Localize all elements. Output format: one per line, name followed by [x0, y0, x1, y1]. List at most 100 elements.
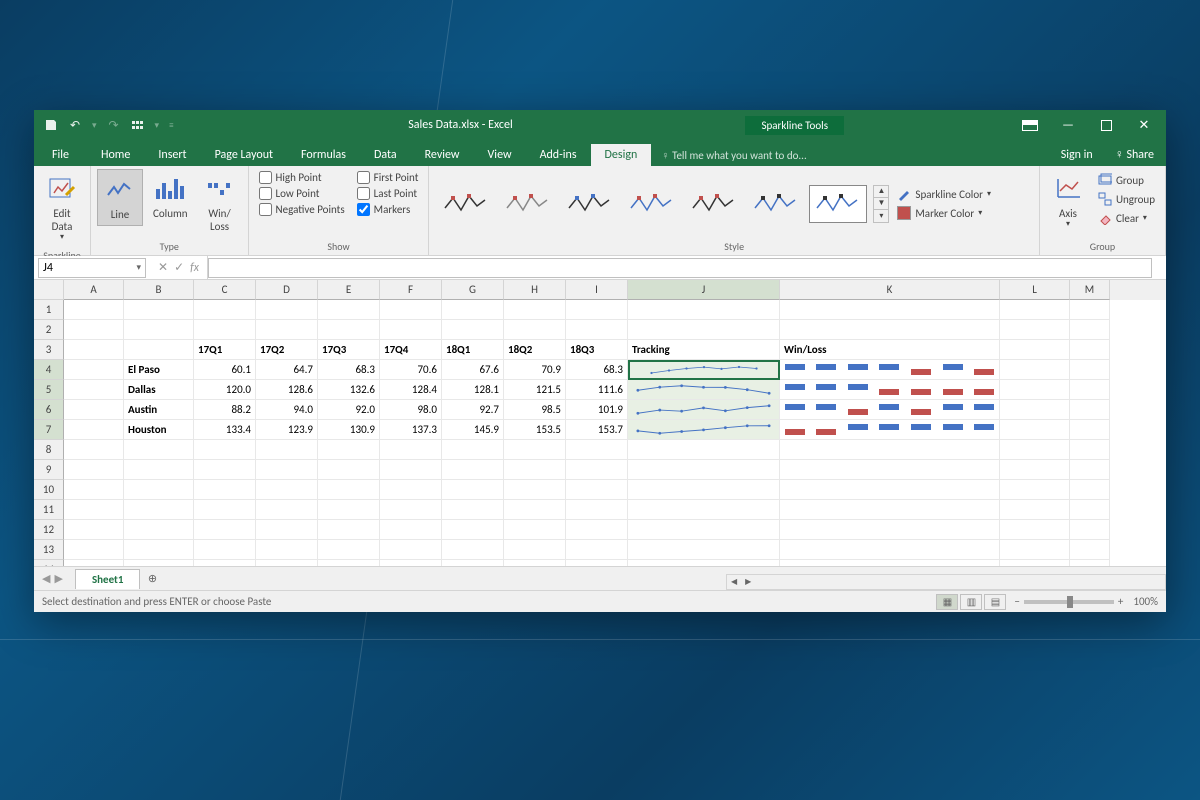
cell-L7[interactable] — [1000, 420, 1070, 440]
row-header-4[interactable]: 4 — [34, 360, 64, 380]
tab-file[interactable]: File — [34, 144, 87, 166]
cell-H7[interactable]: 153.5 — [504, 420, 566, 440]
touch-mode-icon[interactable] — [129, 116, 147, 134]
cell-K3[interactable]: Win/Loss — [780, 340, 1000, 360]
cell-D7[interactable]: 123.9 — [256, 420, 318, 440]
cell-J5[interactable] — [628, 380, 780, 400]
cell-L13[interactable] — [1000, 540, 1070, 560]
cell-H8[interactable] — [504, 440, 566, 460]
cell-K9[interactable] — [780, 460, 1000, 480]
col-header-F[interactable]: F — [380, 280, 442, 300]
cell-B8[interactable] — [124, 440, 194, 460]
cell-E3[interactable]: 17Q3 — [318, 340, 380, 360]
horizontal-scrollbar[interactable] — [726, 574, 1166, 590]
cell-K12[interactable] — [780, 520, 1000, 540]
cell-M5[interactable] — [1070, 380, 1110, 400]
minimize-button[interactable]: — — [1050, 111, 1086, 139]
cell-C5[interactable]: 120.0 — [194, 380, 256, 400]
tab-design[interactable]: Design — [591, 144, 652, 166]
markers-checkbox[interactable]: Markers — [357, 203, 419, 216]
cell-M9[interactable] — [1070, 460, 1110, 480]
cell-J12[interactable] — [628, 520, 780, 540]
cell-M13[interactable] — [1070, 540, 1110, 560]
cell-F9[interactable] — [380, 460, 442, 480]
cell-D6[interactable]: 94.0 — [256, 400, 318, 420]
col-header-A[interactable]: A — [64, 280, 124, 300]
cell-H1[interactable] — [504, 300, 566, 320]
cell-G13[interactable] — [442, 540, 504, 560]
cell-G5[interactable]: 128.1 — [442, 380, 504, 400]
ungroup-button[interactable]: Ungroup — [1094, 190, 1159, 208]
cell-H12[interactable] — [504, 520, 566, 540]
cell-I9[interactable] — [566, 460, 628, 480]
cell-C8[interactable] — [194, 440, 256, 460]
share-button[interactable]: Share — [1103, 143, 1166, 166]
style-option-3[interactable] — [623, 185, 681, 223]
cell-G11[interactable] — [442, 500, 504, 520]
save-icon[interactable] — [42, 116, 60, 134]
cell-F3[interactable]: 17Q4 — [380, 340, 442, 360]
cell-I4[interactable]: 68.3 — [566, 360, 628, 380]
sheet-nav-next-icon[interactable]: ▶ — [54, 572, 62, 585]
cell-I7[interactable]: 153.7 — [566, 420, 628, 440]
col-header-J[interactable]: J — [628, 280, 780, 300]
cell-I3[interactable]: 18Q3 — [566, 340, 628, 360]
cell-H3[interactable]: 18Q2 — [504, 340, 566, 360]
cell-D3[interactable]: 17Q2 — [256, 340, 318, 360]
cell-D9[interactable] — [256, 460, 318, 480]
row-header-5[interactable]: 5 — [34, 380, 64, 400]
name-box[interactable]: J4 — [38, 258, 146, 278]
cell-C7[interactable]: 133.4 — [194, 420, 256, 440]
cell-J3[interactable]: Tracking — [628, 340, 780, 360]
cell-L11[interactable] — [1000, 500, 1070, 520]
close-button[interactable]: ✕ — [1126, 111, 1162, 139]
cell-J11[interactable] — [628, 500, 780, 520]
col-header-I[interactable]: I — [566, 280, 628, 300]
cell-K6[interactable] — [780, 400, 1000, 420]
cell-A10[interactable] — [64, 480, 124, 500]
row-header-7[interactable]: 7 — [34, 420, 64, 440]
cell-A6[interactable] — [64, 400, 124, 420]
cell-E12[interactable] — [318, 520, 380, 540]
cell-G7[interactable]: 145.9 — [442, 420, 504, 440]
cell-L3[interactable] — [1000, 340, 1070, 360]
sparkline-color-button[interactable]: Sparkline Color ▾ — [893, 185, 995, 203]
cell-H6[interactable]: 98.5 — [504, 400, 566, 420]
style-option-0[interactable] — [437, 185, 495, 223]
cell-A1[interactable] — [64, 300, 124, 320]
type-line-button[interactable]: Line — [97, 169, 143, 226]
cell-F6[interactable]: 98.0 — [380, 400, 442, 420]
cell-H9[interactable] — [504, 460, 566, 480]
tab-data[interactable]: Data — [360, 144, 411, 166]
cell-A13[interactable] — [64, 540, 124, 560]
cell-G6[interactable]: 92.7 — [442, 400, 504, 420]
cell-I6[interactable]: 101.9 — [566, 400, 628, 420]
col-header-M[interactable]: M — [1070, 280, 1110, 300]
gallery-up-icon[interactable]: ▲ — [874, 186, 888, 198]
cell-L5[interactable] — [1000, 380, 1070, 400]
cell-C13[interactable] — [194, 540, 256, 560]
cell-H10[interactable] — [504, 480, 566, 500]
cell-L9[interactable] — [1000, 460, 1070, 480]
cell-F1[interactable] — [380, 300, 442, 320]
col-header-L[interactable]: L — [1000, 280, 1070, 300]
cell-G8[interactable] — [442, 440, 504, 460]
cell-H2[interactable] — [504, 320, 566, 340]
cell-F2[interactable] — [380, 320, 442, 340]
cell-I8[interactable] — [566, 440, 628, 460]
tell-me-input[interactable]: Tell me what you want to do... — [651, 145, 1050, 166]
cell-I1[interactable] — [566, 300, 628, 320]
cell-E2[interactable] — [318, 320, 380, 340]
cell-E4[interactable]: 68.3 — [318, 360, 380, 380]
cell-B3[interactable] — [124, 340, 194, 360]
cell-A5[interactable] — [64, 380, 124, 400]
cell-L12[interactable] — [1000, 520, 1070, 540]
cell-B6[interactable]: Austin — [124, 400, 194, 420]
cell-G1[interactable] — [442, 300, 504, 320]
high-point-checkbox[interactable]: High Point — [259, 171, 345, 184]
cell-J6[interactable] — [628, 400, 780, 420]
row-header-9[interactable]: 9 — [34, 460, 64, 480]
zoom-slider[interactable] — [1024, 600, 1114, 604]
cell-F11[interactable] — [380, 500, 442, 520]
cell-K11[interactable] — [780, 500, 1000, 520]
